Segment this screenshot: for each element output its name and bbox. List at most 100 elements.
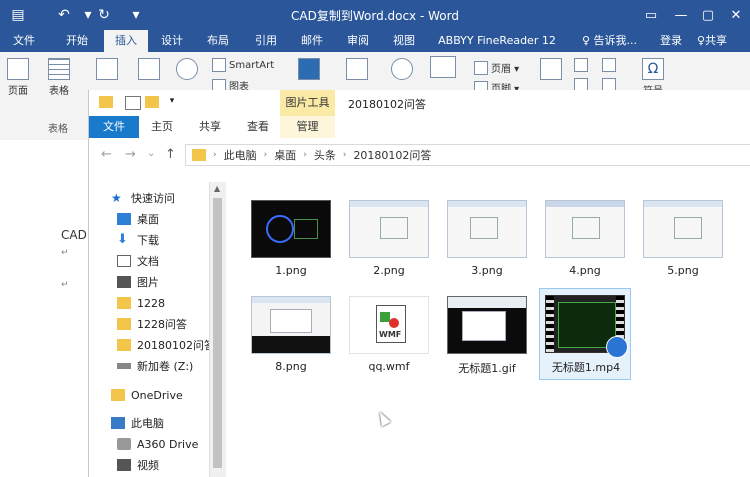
file-name: 3.png	[471, 264, 503, 277]
image-thumbnail	[545, 200, 625, 258]
folder-icon	[99, 96, 113, 108]
properties-icon[interactable]	[125, 96, 141, 110]
file-item-2-png[interactable]: 2.png	[343, 194, 435, 286]
nav-item-pictures[interactable]: 图片 ✦	[117, 272, 247, 292]
pictures-button[interactable]	[96, 58, 118, 82]
tell-me-search[interactable]: ♀ 告诉我...	[582, 30, 637, 52]
nav-item-desktop[interactable]: 桌面 ✦	[117, 209, 247, 229]
share-button[interactable]: ♀共享	[697, 30, 727, 52]
nav-item-label: 图片	[137, 276, 159, 289]
tab-references[interactable]: 引用	[246, 30, 286, 52]
new-folder-icon[interactable]	[145, 96, 159, 108]
close-button[interactable]: ✕	[722, 0, 750, 30]
link-button[interactable]	[391, 58, 413, 82]
paragraph-mark: ↵	[61, 248, 69, 258]
media-player-icon	[606, 336, 628, 358]
minimize-button[interactable]: —	[667, 0, 695, 30]
nav-item-documents[interactable]: 文档 ✦	[117, 251, 247, 271]
tab-view[interactable]: 视图	[384, 30, 424, 52]
nav-pane-scrollbar[interactable]: ▲	[209, 182, 226, 477]
ribbon-display-icon[interactable]: ▭	[637, 0, 665, 30]
breadcrumb-separator[interactable]: ›	[264, 150, 268, 160]
nav-item-label: 新加卷 (Z:)	[137, 360, 194, 373]
thumbnail-titlebar	[350, 201, 428, 207]
star-icon: ★	[111, 191, 122, 205]
file-item-3-png[interactable]: 3.png	[441, 194, 533, 286]
tab-review[interactable]: 审阅	[338, 30, 378, 52]
recent-locations-icon[interactable]: ⌄	[147, 148, 155, 159]
smartart-button[interactable]: SmartArt	[212, 58, 274, 72]
breadcrumb-this-pc[interactable]: 此电脑	[224, 147, 257, 163]
nav-item-1228[interactable]: 1228	[117, 293, 247, 313]
store-button[interactable]	[298, 58, 320, 82]
forward-arrow-icon[interactable]: →	[125, 147, 136, 162]
signature-button[interactable]	[602, 58, 616, 72]
up-arrow-icon[interactable]: ↑	[165, 147, 176, 162]
login-link[interactable]: 登录	[660, 30, 682, 52]
nav-item-1228-qa[interactable]: 1228问答	[117, 314, 247, 334]
nav-item-label: 此电脑	[131, 417, 164, 430]
file-item-1-png[interactable]: 1.png	[245, 194, 337, 286]
folder-icon	[117, 297, 131, 309]
address-bar[interactable]: › 此电脑 › 桌面 › 头条 › 20180102问答	[185, 144, 750, 166]
wmf-shape-icon	[389, 318, 399, 328]
breadcrumb-toutiao[interactable]: 头条	[314, 147, 336, 163]
file-item-4-png[interactable]: 4.png	[539, 194, 631, 286]
breadcrumb-separator[interactable]: ›	[303, 150, 307, 160]
tab-mailings[interactable]: 邮件	[292, 30, 332, 52]
breadcrumb-desktop[interactable]: 桌面	[274, 147, 296, 163]
file-item-8-png[interactable]: 8.png	[245, 290, 337, 382]
tab-layout[interactable]: 布局	[198, 30, 238, 52]
image-thumbnail	[349, 200, 429, 258]
comment-button[interactable]	[430, 56, 456, 80]
scroll-up-icon[interactable]: ▲	[214, 184, 220, 193]
breadcrumb-separator[interactable]: ›	[343, 150, 347, 160]
wmf-file-icon: WMF	[376, 305, 406, 343]
table-button[interactable]: 表格	[48, 58, 70, 97]
nav-item-label: A360 Drive	[137, 437, 199, 451]
nav-item-20180102-qa[interactable]: 20180102问答	[117, 335, 247, 355]
textbox-button[interactable]	[540, 58, 562, 82]
header-button[interactable]: 页眉 ▾	[474, 60, 519, 75]
textbox-icon	[540, 58, 562, 80]
tab-home[interactable]: 主页	[141, 116, 183, 138]
tab-file[interactable]: 文件	[89, 116, 139, 138]
online-pictures-button[interactable]	[138, 58, 160, 82]
thumbnail-titlebar	[644, 201, 722, 207]
maximize-button[interactable]: ▢	[694, 0, 722, 30]
quickparts-button[interactable]	[574, 58, 588, 72]
nav-item-videos[interactable]: 视频	[117, 455, 247, 475]
tab-design[interactable]: 设计	[152, 30, 192, 52]
nav-item-drive-z[interactable]: 新加卷 (Z:)	[117, 356, 247, 376]
breadcrumb-separator: ›	[213, 150, 217, 160]
tab-file[interactable]: 文件	[4, 30, 44, 52]
file-name: qq.wmf	[368, 360, 410, 373]
file-item-mp4[interactable]: 无标题1.mp4	[539, 288, 631, 380]
tab-share[interactable]: 共享	[189, 116, 231, 138]
film-strip	[546, 296, 554, 352]
tab-abbyy[interactable]: ABBYY FineReader 12	[436, 30, 558, 52]
file-item-5-png[interactable]: 5.png	[637, 194, 729, 286]
qat-dropdown-icon[interactable]: ▾	[165, 96, 179, 108]
table-icon	[48, 58, 70, 80]
nav-item-downloads[interactable]: ⬇ 下载 ✦	[117, 230, 247, 250]
wmf-badge: WMF	[379, 330, 402, 339]
file-item-qq-wmf[interactable]: WMF qq.wmf	[343, 290, 435, 382]
nav-item-a360-drive[interactable]: A360 Drive	[117, 434, 247, 454]
breadcrumb-current-folder[interactable]: 20180102问答	[353, 147, 431, 163]
file-name: 8.png	[275, 360, 307, 373]
tab-manage[interactable]: 管理	[280, 116, 335, 138]
shapes-button[interactable]	[176, 58, 198, 82]
file-item-gif[interactable]: 无标题1.gif	[441, 290, 533, 382]
tab-home[interactable]: 开始	[56, 30, 98, 52]
pages-button[interactable]: 页面	[7, 58, 29, 97]
link-icon	[391, 58, 413, 80]
word-document-area[interactable]: CAD ↵ ↵	[0, 140, 88, 477]
online-video-button[interactable]	[346, 58, 368, 82]
tab-insert[interactable]: 插入	[104, 30, 148, 52]
thumbnail-titlebar	[546, 201, 624, 207]
nav-item-label: 1228问答	[137, 318, 187, 331]
tab-view[interactable]: 查看	[237, 116, 279, 138]
scrollbar-thumb[interactable]	[213, 198, 222, 468]
back-arrow-icon[interactable]: ←	[101, 147, 112, 162]
